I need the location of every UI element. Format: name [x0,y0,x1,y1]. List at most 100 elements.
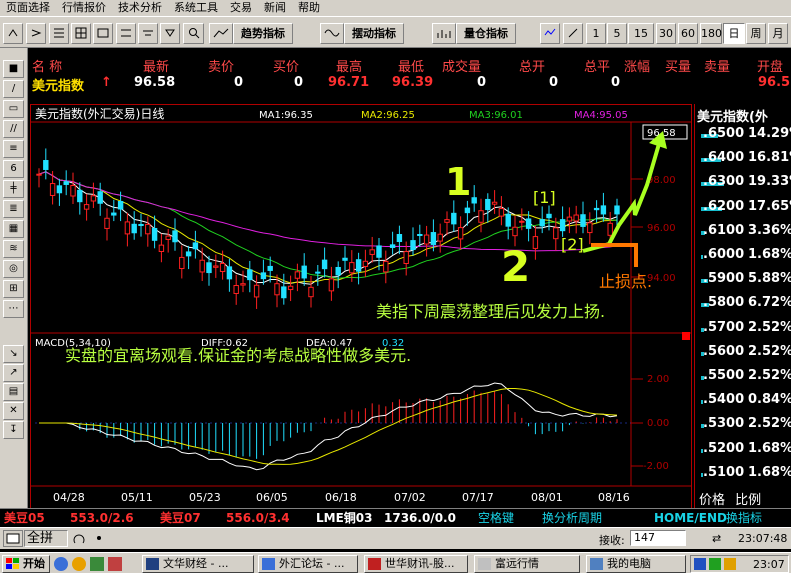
candle-body [614,205,620,215]
candle-body [478,210,484,223]
menu-item[interactable]: 新闻 [258,0,292,16]
taskbar-task[interactable]: 外汇论坛 - ... [258,555,358,573]
back-icon[interactable] [3,23,23,44]
punctuation-icon[interactable] [90,530,108,547]
list-icon[interactable] [49,23,69,44]
tray-icon[interactable] [709,558,721,570]
chart-canvas[interactable]: 美元指数(外汇交易)日线 MA1:96.35 MA2:96.25 MA3:96.… [31,105,691,508]
date-label: 05/11 [121,491,153,504]
period-button[interactable]: 15 [628,23,654,44]
taskbar-task[interactable]: 世华财讯-股... [364,555,468,573]
ie-icon[interactable] [54,557,68,571]
zoom-icon[interactable] [183,23,204,44]
menu-item[interactable]: 帮助 [292,0,326,16]
cloud-icon[interactable] [138,23,158,44]
drawing-tool-icon[interactable]: ◎ [3,260,24,278]
drawing-tool-icon[interactable]: ╪ [3,180,24,198]
drawing-tool-icon[interactable]: ▭ [3,100,24,118]
macd-lines [39,382,618,471]
menu-item[interactable]: 系统工具 [168,0,224,16]
menu-item[interactable]: 页面选择 [0,0,56,16]
taskbar-task[interactable]: 文华财经 - ... [142,555,254,573]
tray-icon[interactable] [724,558,736,570]
candle-body [233,285,239,294]
candle-body [335,266,341,276]
candle-body [226,266,233,280]
period-button[interactable]: 日 [723,23,745,44]
sort-icon[interactable] [160,23,180,44]
ime-icon[interactable] [3,530,23,547]
swing-indicator-button[interactable]: 摆动指标 [344,23,404,44]
period-button[interactable]: 180 [700,23,722,44]
drawing-tool-icon[interactable]: ⋯ [3,300,24,318]
drawing-tool-icon[interactable]: ≡ [3,140,24,158]
menu-item[interactable]: 交易 [224,0,258,16]
ticker-name[interactable]: LME铜03 [316,510,373,526]
menu-item[interactable]: 技术分析 [112,0,168,16]
candle-body [566,216,573,222]
table-icon[interactable] [93,23,113,44]
header-bid-volume: 买量 [665,60,692,75]
drawing-tool-icon[interactable]: ↘ [3,345,24,363]
period-button[interactable]: 月 [768,23,788,44]
candle-body [199,259,205,273]
ma2-label: MA2:96.25 [361,110,415,121]
candle-body [185,251,192,257]
drawing-tool-icon[interactable]: ≣ [3,200,24,218]
ladder-row: .5700 2.52% [695,320,791,336]
media-icon[interactable] [72,557,86,571]
date-label: 08/16 [598,491,630,504]
drawing-tool-icon[interactable]: // [3,120,24,138]
ticker-name[interactable]: 美豆05 [4,510,45,526]
drawing-tool-icon[interactable]: ↧ [3,421,24,439]
period-button[interactable]: 1 [586,23,606,44]
period-button[interactable]: 30 [656,23,676,44]
symbol-name[interactable]: 美元指数 [32,75,84,94]
split-icon[interactable] [116,23,136,44]
pinyin-mode[interactable]: 全拼 [24,530,68,547]
drawing-tool-icon[interactable]: / [3,80,24,98]
tray-icon[interactable] [694,558,706,570]
menu-item[interactable]: 行情报价 [56,0,112,16]
half-width-icon[interactable] [70,530,88,547]
period-button[interactable]: 5 [607,23,627,44]
toolbar: 趋势指标 摆动指标 量仓指标 1 5 15 30 60 180 日周月 [0,16,791,48]
position-indicator-button[interactable]: 量仓指标 [456,23,516,44]
date-label: 08/01 [531,491,563,504]
home-end-hint: HOME/END [654,511,727,525]
drawing-tool-icon[interactable]: 6 [3,160,24,178]
drawing-tool-icon[interactable]: ⊞ [3,280,24,298]
grid-icon[interactable] [71,23,91,44]
trend-icon[interactable] [209,23,233,44]
drawing-tool-icon[interactable]: ▤ [3,383,24,401]
taskbar-task[interactable]: 我的电脑 [586,555,686,573]
chart-tools-icon[interactable] [563,23,583,44]
drawing-tool-icon[interactable]: ↗ [3,364,24,382]
chart-wave-icon[interactable] [540,23,560,44]
start-button[interactable]: 开始 [2,555,50,573]
period-button[interactable]: 60 [678,23,698,44]
drawing-tool-icon[interactable]: ✕ [3,402,24,420]
drawing-tool-icon[interactable]: ≋ [3,240,24,258]
candle-body [607,222,613,236]
forward-icon[interactable] [26,23,46,44]
candle-body [587,222,593,234]
drawing-tool-icon[interactable]: ▦ [3,220,24,238]
drawing-tool-icon[interactable]: ■ [3,60,24,78]
received-label: 接收: [599,534,625,547]
ladder-price: .6300 [703,174,745,190]
ladder-percent: 0.84% [748,392,791,408]
volume-icon[interactable] [432,23,456,44]
chart-panel[interactable]: 美元指数(外汇交易)日线 MA1:96.35 MA2:96.25 MA3:96.… [30,104,692,509]
ladder-percent: 1.68% [748,247,791,262]
period-button[interactable]: 周 [746,23,766,44]
ticker-name[interactable]: 美豆07 [160,510,201,526]
date-label: 07/17 [462,491,494,504]
trend-indicator-button[interactable]: 趋势指标 [233,23,293,44]
taskbar-task[interactable]: 富远行情 [474,555,580,573]
ladder-percent: 2.52% [748,416,791,432]
candle-body [580,214,586,227]
app-icon[interactable] [108,557,122,571]
desktop-icon[interactable] [90,557,104,571]
swing-icon[interactable] [320,23,344,44]
